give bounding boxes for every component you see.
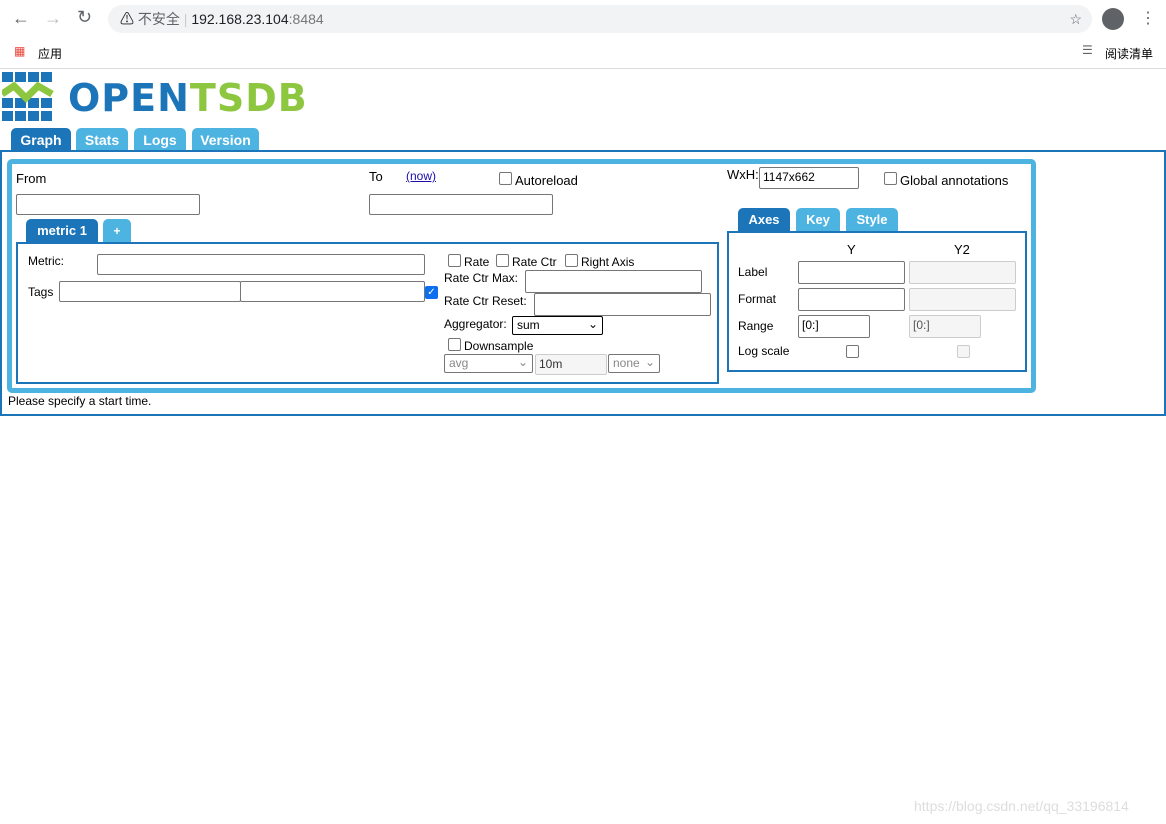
rate-ctr-reset-label: Rate Ctr Reset: xyxy=(444,294,527,308)
y-format-input[interactable] xyxy=(798,288,905,311)
tags-label: Tags xyxy=(28,285,54,299)
y2-format-input[interactable] xyxy=(909,288,1016,311)
autoreload-checkbox[interactable] xyxy=(499,172,512,185)
aggregator-select[interactable]: sum ⌄ xyxy=(512,316,603,335)
rate-ctr-reset-input[interactable] xyxy=(534,293,711,316)
apps-icon: ▦ xyxy=(14,44,26,58)
log-scale-label: Log scale xyxy=(738,344,790,358)
now-link[interactable]: (now) xyxy=(406,169,436,183)
downsample-interval-input[interactable]: 10m xyxy=(535,354,607,375)
aggregator-label: Aggregator: xyxy=(444,317,507,331)
wxh-input[interactable]: 1147x662 xyxy=(759,167,859,189)
y2-header: Y2 xyxy=(954,242,970,257)
reload-icon[interactable]: ↻ xyxy=(77,7,92,28)
rate-label: Rate xyxy=(464,255,490,269)
from-input[interactable] xyxy=(16,194,200,215)
tab-stats[interactable]: Stats xyxy=(76,128,128,152)
metric-label: Metric: xyxy=(28,254,64,268)
status-message: Please specify a start time. xyxy=(8,394,152,408)
y-label-input[interactable] xyxy=(798,261,905,284)
downsample-fill-select[interactable]: none ⌄ xyxy=(608,354,660,373)
security-label: 不安全 xyxy=(137,11,180,27)
y-header: Y xyxy=(847,242,856,257)
tab-logs[interactable]: Logs xyxy=(134,128,186,152)
logo-icon xyxy=(0,72,54,122)
right-axis-checkbox[interactable] xyxy=(565,254,578,267)
right-axis-label: Right Axis xyxy=(581,255,635,269)
url-port: :8484 xyxy=(288,11,324,27)
tab-key[interactable]: Key xyxy=(796,208,840,232)
y2-log-checkbox[interactable] xyxy=(957,345,970,358)
y-range-input[interactable]: [0:] xyxy=(798,315,870,338)
metric-input[interactable] xyxy=(97,254,425,275)
rate-checkbox[interactable] xyxy=(448,254,461,267)
to-input[interactable] xyxy=(369,194,553,215)
to-label: To xyxy=(369,169,383,184)
tab-style[interactable]: Style xyxy=(846,208,898,232)
apps-bookmark[interactable]: 应用 xyxy=(38,45,62,62)
range-row-label: Range xyxy=(738,319,774,333)
tab-axes[interactable]: Axes xyxy=(738,208,790,232)
metric-tab-1[interactable]: metric 1 xyxy=(26,219,98,243)
tab-version[interactable]: Version xyxy=(192,128,259,152)
label-row-label: Label xyxy=(738,265,768,279)
downsample-func-select[interactable]: avg ⌄ xyxy=(444,354,533,373)
format-row-label: Format xyxy=(738,292,777,306)
downsample-label: Downsample xyxy=(464,339,534,353)
wxh-label: WxH: xyxy=(727,167,759,182)
back-icon[interactable]: ← xyxy=(12,8,30,29)
from-label: From xyxy=(16,171,47,186)
logo-text: OPENTSDB xyxy=(68,76,308,120)
address-bar[interactable]: ⚠ 不安全 | 192.168.23.104:8484 ☆ xyxy=(108,5,1092,33)
downsample-checkbox[interactable] xyxy=(448,338,461,351)
profile-avatar[interactable] xyxy=(1102,8,1124,30)
forward-icon[interactable]: → xyxy=(44,8,62,29)
tag-group-checkbox[interactable]: ✓ xyxy=(425,286,438,299)
chevron-down-icon: ⌄ xyxy=(587,317,598,331)
global-annotations-checkbox[interactable] xyxy=(884,172,897,185)
star-icon[interactable]: ☆ xyxy=(1069,5,1082,33)
rate-ctr-max-label: Rate Ctr Max: xyxy=(444,271,519,285)
tag-key-input[interactable] xyxy=(59,281,241,302)
tab-graph[interactable]: Graph xyxy=(11,128,71,152)
y2-label-input[interactable] xyxy=(909,261,1016,284)
watermark: https://blog.csdn.net/qq_33196814 xyxy=(914,798,1129,814)
tag-value-input[interactable] xyxy=(240,281,425,302)
reading-list-icon: ☰ xyxy=(1082,43,1093,57)
browser-toolbar: ← → ↻ ⚠ 不安全 | 192.168.23.104:8484 ☆ ⋮ xyxy=(0,0,1166,37)
url-host: 192.168.23.104 xyxy=(191,11,289,27)
y2-range-input[interactable]: [0:] xyxy=(909,315,981,338)
reading-list[interactable]: 阅读清单 xyxy=(1105,45,1153,62)
add-metric-tab[interactable]: + xyxy=(103,219,131,243)
rate-ctr-checkbox[interactable] xyxy=(496,254,509,267)
warning-icon: ⚠ xyxy=(120,11,134,27)
bookmarks-bar: ▦ 应用 ☰ 阅读清单 xyxy=(0,37,1166,69)
rate-ctr-max-input[interactable] xyxy=(525,270,702,293)
menu-icon[interactable]: ⋮ xyxy=(1140,8,1156,28)
y-log-checkbox[interactable] xyxy=(846,345,859,358)
rate-ctr-label: Rate Ctr xyxy=(512,255,557,269)
autoreload-label: Autoreload xyxy=(515,173,578,188)
global-annotations-label: Global annotations xyxy=(900,173,1009,188)
